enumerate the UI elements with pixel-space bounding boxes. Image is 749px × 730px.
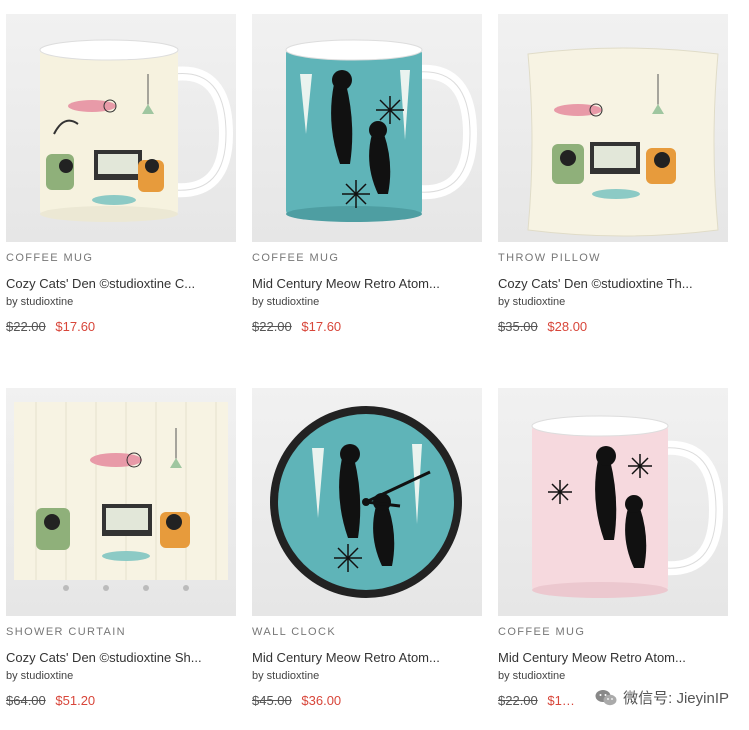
original-price: $64.00	[6, 693, 46, 708]
product-image[interactable]	[252, 388, 482, 616]
product-category: COFFEE MUG	[6, 252, 94, 264]
product-category: THROW PILLOW	[498, 252, 601, 264]
product-image[interactable]	[498, 14, 728, 242]
sale-price: $28.00	[547, 319, 588, 334]
product-prices: $22.00 $17.60	[6, 319, 236, 335]
sale-price: $1…	[547, 693, 575, 708]
product-category: SHOWER CURTAIN	[6, 626, 127, 638]
product-card[interactable]: COFFEE MUG Mid Century Meow Retro Atom..…	[252, 14, 482, 335]
product-title[interactable]: Mid Century Meow Retro Atom...	[252, 276, 482, 292]
product-category: COFFEE MUG	[252, 252, 340, 264]
product-artist[interactable]: by studioxtine	[6, 669, 236, 683]
product-category: WALL CLOCK	[252, 626, 337, 638]
product-title[interactable]: Cozy Cats' Den ©studioxtine C...	[6, 276, 236, 292]
product-title[interactable]: Cozy Cats' Den ©studioxtine Sh...	[6, 650, 236, 666]
product-image[interactable]	[6, 388, 236, 616]
product-artist[interactable]: by studioxtine	[252, 295, 482, 309]
product-artist[interactable]: by studioxtine	[498, 669, 728, 683]
sale-price: $36.00	[301, 693, 342, 708]
product-card[interactable]: COFFEE MUG Cozy Cats' Den ©studioxtine C…	[6, 14, 236, 335]
wechat-icon	[595, 689, 617, 707]
product-prices: $45.00 $36.00	[252, 693, 482, 709]
original-price: $22.00	[498, 693, 538, 708]
wechat-watermark: 微信号: JieyinIP	[595, 687, 729, 708]
product-category: COFFEE MUG	[498, 626, 586, 638]
product-artist[interactable]: by studioxtine	[6, 295, 236, 309]
product-image[interactable]	[252, 14, 482, 242]
product-prices: $22.00 $17.60	[252, 319, 482, 335]
product-image[interactable]	[6, 14, 236, 242]
product-title[interactable]: Mid Century Meow Retro Atom...	[498, 650, 728, 666]
product-card[interactable]: SHOWER CURTAIN Cozy Cats' Den ©studioxti…	[6, 388, 236, 709]
sale-price: $51.20	[55, 693, 96, 708]
sale-price: $17.60	[55, 319, 96, 334]
original-price: $45.00	[252, 693, 292, 708]
original-price: $22.00	[252, 319, 292, 334]
product-artist[interactable]: by studioxtine	[252, 669, 482, 683]
product-artist[interactable]: by studioxtine	[498, 295, 728, 309]
product-card[interactable]: WALL CLOCK Mid Century Meow Retro Atom..…	[252, 388, 482, 709]
sale-price: $17.60	[301, 319, 342, 334]
product-title[interactable]: Mid Century Meow Retro Atom...	[252, 650, 482, 666]
original-price: $35.00	[498, 319, 538, 334]
product-title[interactable]: Cozy Cats' Den ©studioxtine Th...	[498, 276, 728, 292]
product-prices: $64.00 $51.20	[6, 693, 236, 709]
watermark-text: 微信号: JieyinIP	[623, 690, 729, 707]
original-price: $22.00	[6, 319, 46, 334]
product-prices: $35.00 $28.00	[498, 319, 728, 335]
product-card[interactable]: COFFEE MUG Mid Century Meow Retro Atom..…	[498, 388, 728, 709]
product-image[interactable]	[498, 388, 728, 616]
product-card[interactable]: THROW PILLOW Cozy Cats' Den ©studioxtine…	[498, 14, 728, 335]
